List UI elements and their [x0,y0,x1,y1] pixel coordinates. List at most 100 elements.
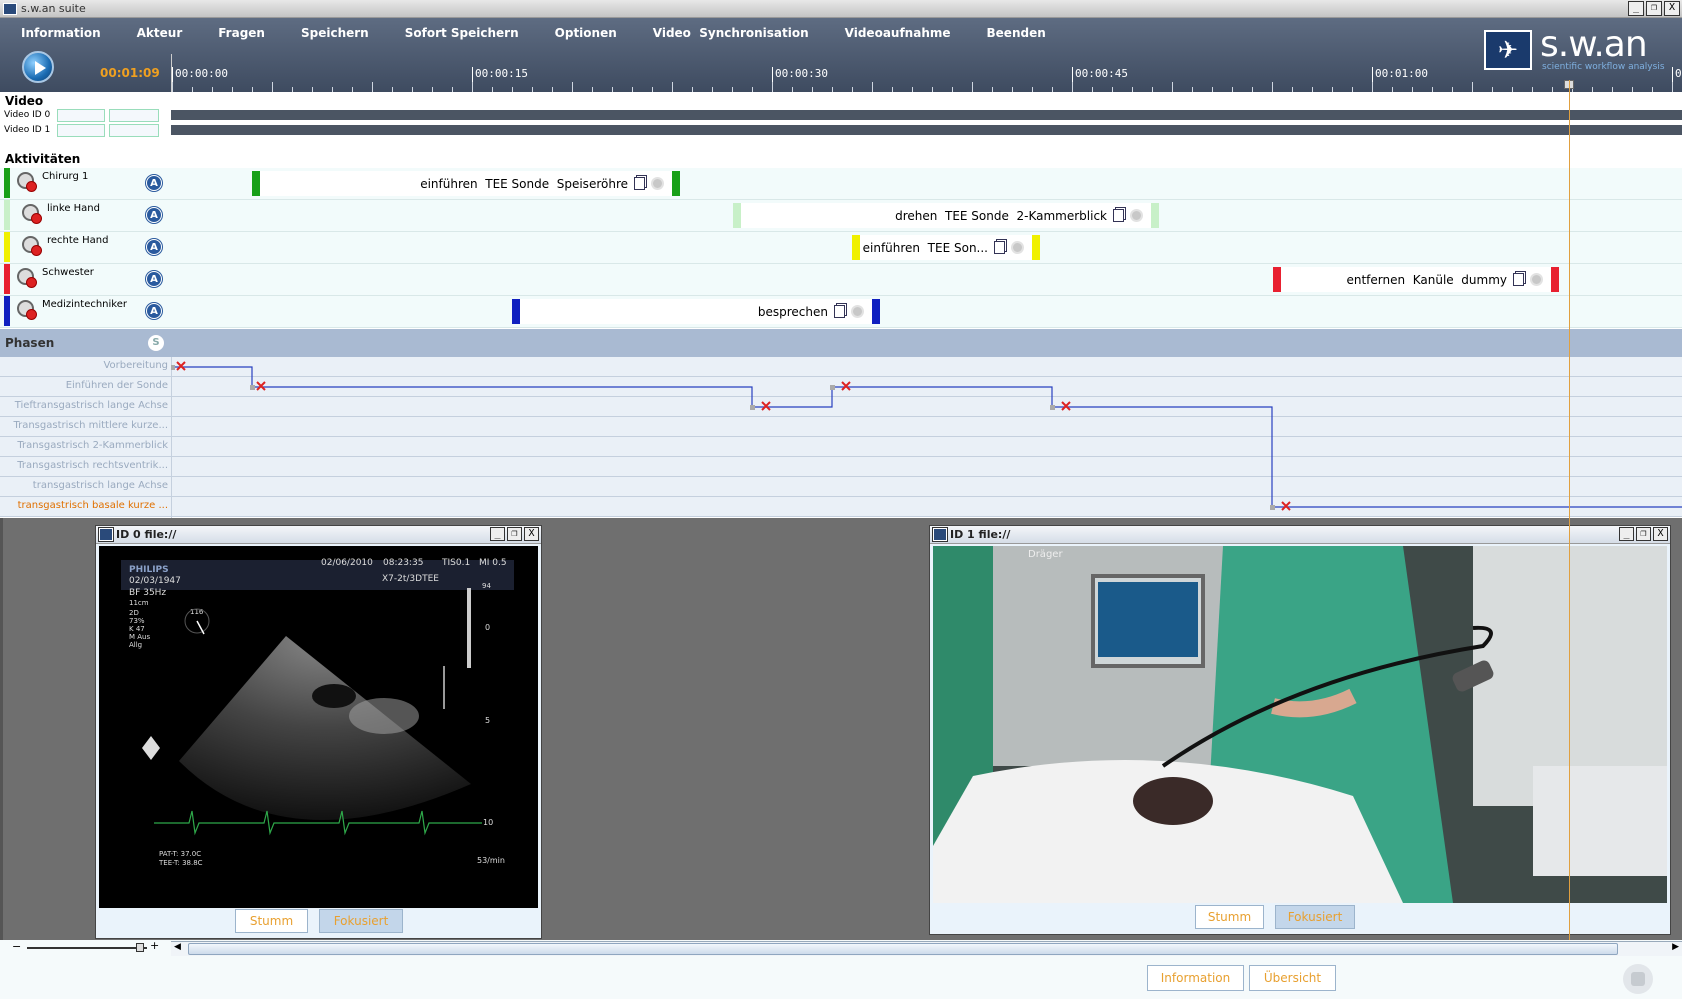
menu-beenden[interactable]: Beenden [987,26,1046,40]
close-button[interactable]: X [1653,527,1668,541]
camera-icon[interactable] [109,109,159,122]
phase-badge-icon[interactable]: S [148,335,164,351]
phase-name: Transgastrisch rechtsventrik... [17,460,168,471]
actor-settings-icon[interactable] [17,300,37,320]
overview-button[interactable]: Übersicht [1249,965,1336,991]
actor-name: Chirurg 1 [42,171,89,182]
close-button[interactable]: X [524,527,539,541]
video-track-bar[interactable] [171,125,1682,135]
actor-settings-icon[interactable] [17,172,37,192]
menu-videoaufnahme[interactable]: Videoaufnahme [845,26,951,40]
video-sync-control[interactable] [57,124,105,137]
us-sector [179,636,471,820]
phase-markers [176,361,1291,511]
ruler-tick [572,82,573,92]
logo-tagline: scientific workflow analysis [1542,62,1665,72]
menu-akteur[interactable]: Akteur [137,26,183,40]
record-icon[interactable] [651,177,664,190]
scrollbar-thumb[interactable] [188,943,1618,955]
copy-icon[interactable] [1113,209,1124,222]
information-button[interactable]: Information [1147,965,1244,991]
or-camera-video[interactable]: Dräger [933,546,1667,903]
play-button[interactable] [22,51,54,83]
menu-optionen[interactable]: Optionen [555,26,617,40]
minimize-button[interactable]: _ [490,527,505,541]
scene-text: Dräger [1028,549,1063,560]
actor-settings-icon[interactable] [17,268,37,288]
zoom-slider-handle[interactable] [136,943,144,952]
ruler-tick [1372,82,1373,92]
record-icon[interactable] [1130,209,1143,222]
maximize-button[interactable]: ❐ [1646,1,1662,16]
phase-sequence-graph[interactable] [171,357,1682,518]
phase-marker-icon [1281,501,1291,511]
record-icon[interactable] [851,305,864,318]
menu-information[interactable]: Information [21,26,101,40]
scroll-right-icon[interactable]: ▶ [1672,942,1679,952]
actor-settings-icon[interactable] [22,204,42,224]
record-icon[interactable] [1011,241,1024,254]
phase-joint-icon [1270,505,1275,510]
actor-name: rechte Hand [47,235,109,246]
copy-icon[interactable] [834,305,845,318]
video-window-titlebar[interactable]: ID 1 file:// _ ❐ X [930,526,1670,544]
video-window-1[interactable]: ID 1 file:// _ ❐ X Dräger Stumm Fokusier… [929,525,1671,935]
activity-badge-icon[interactable]: A [146,239,162,255]
focus-button[interactable]: Fokusiert [319,909,403,933]
phase-sequence-line [172,366,1682,508]
activity-block[interactable]: einführen TEE Son... [852,235,1040,260]
activity-badge-icon[interactable]: A [146,207,162,223]
activities-section-label: Aktivitäten [5,152,81,166]
activity-block[interactable]: besprechen [512,299,880,324]
activity-badge-icon[interactable]: A [146,271,162,287]
menu-sofort-speichern[interactable]: Sofort Speichern [405,26,519,40]
ultrasound-video[interactable]: PHILIPS 02/06/2010 08:23:35 TIS0.1 MI 0.… [99,546,538,908]
ruler-tick [1072,82,1073,92]
copy-icon[interactable] [634,177,645,190]
maximize-button[interactable]: ❐ [1636,527,1651,541]
video-window-titlebar[interactable]: ID 0 file:// _ ❐ X [96,526,541,544]
zoom-minus[interactable]: − [12,940,21,953]
zoom-plus[interactable]: + [150,939,159,952]
activity-block[interactable]: einführen TEE Sonde Speiseröhre [252,171,680,196]
phase-name: transgastrisch lange Achse [32,480,168,491]
focus-button[interactable]: Fokusiert [1275,905,1355,929]
activity-badge-icon[interactable]: A [146,303,162,319]
video-sync-control[interactable] [57,109,105,122]
actor-settings-icon[interactable] [22,236,42,256]
actor-color [4,296,10,326]
copy-icon[interactable] [994,241,1005,254]
record-icon[interactable] [1530,273,1543,286]
scroll-left-icon[interactable]: ◀ [174,942,181,952]
ruler-tick [772,82,773,92]
video-window-0[interactable]: ID 0 file:// _ ❐ X PHILIPS 02/06/2010 08… [95,525,542,939]
activity-label: besprechen [757,304,828,319]
zoom-slider-track[interactable] [27,947,147,949]
maximize-button[interactable]: ❐ [507,527,522,541]
or-scene-image [933,546,1667,903]
stop-icon[interactable] [1623,964,1653,994]
activity-badge-icon[interactable]: A [146,175,162,191]
menu-fragen[interactable]: Fragen [218,26,265,40]
menu-video-synchronisation[interactable]: Video Synchronisation [653,26,809,40]
minimize-button[interactable]: _ [1619,527,1634,541]
mute-button[interactable]: Stumm [1195,905,1264,929]
us-scale-10: 10 [483,818,494,827]
playhead-line [1569,80,1570,940]
actor-color [4,168,10,198]
video-track-bar[interactable] [171,110,1682,120]
window-icon [98,527,114,542]
menu-speichern[interactable]: Speichern [301,26,369,40]
close-button[interactable]: X [1664,1,1680,16]
camera-icon[interactable] [109,124,159,137]
activity-block[interactable]: entfernen Kanüle dummy [1273,267,1559,292]
phase-name: transgastrisch basale kurze ... [17,500,168,511]
copy-icon[interactable] [1513,273,1524,286]
window-icon [932,527,948,542]
minimize-button[interactable]: _ [1628,1,1644,16]
activity-label: entfernen Kanüle dummy [1346,272,1507,287]
activity-block[interactable]: drehen TEE Sonde 2-Kammerblick [733,203,1159,228]
us-scale-0: 0 [485,623,491,632]
time-ruler[interactable]: 00:00:00 00:00:15 00:00:30 00:00:45 00:0… [171,54,1682,92]
mute-button[interactable]: Stumm [235,909,308,933]
